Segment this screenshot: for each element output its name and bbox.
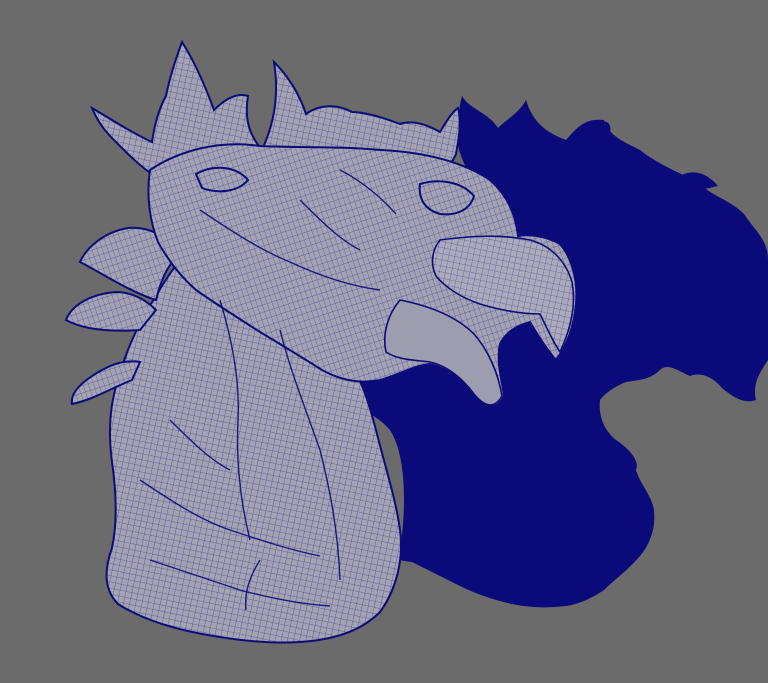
- viewport-canvas[interactable]: [0, 0, 768, 683]
- 3d-viewport[interactable]: [0, 0, 768, 683]
